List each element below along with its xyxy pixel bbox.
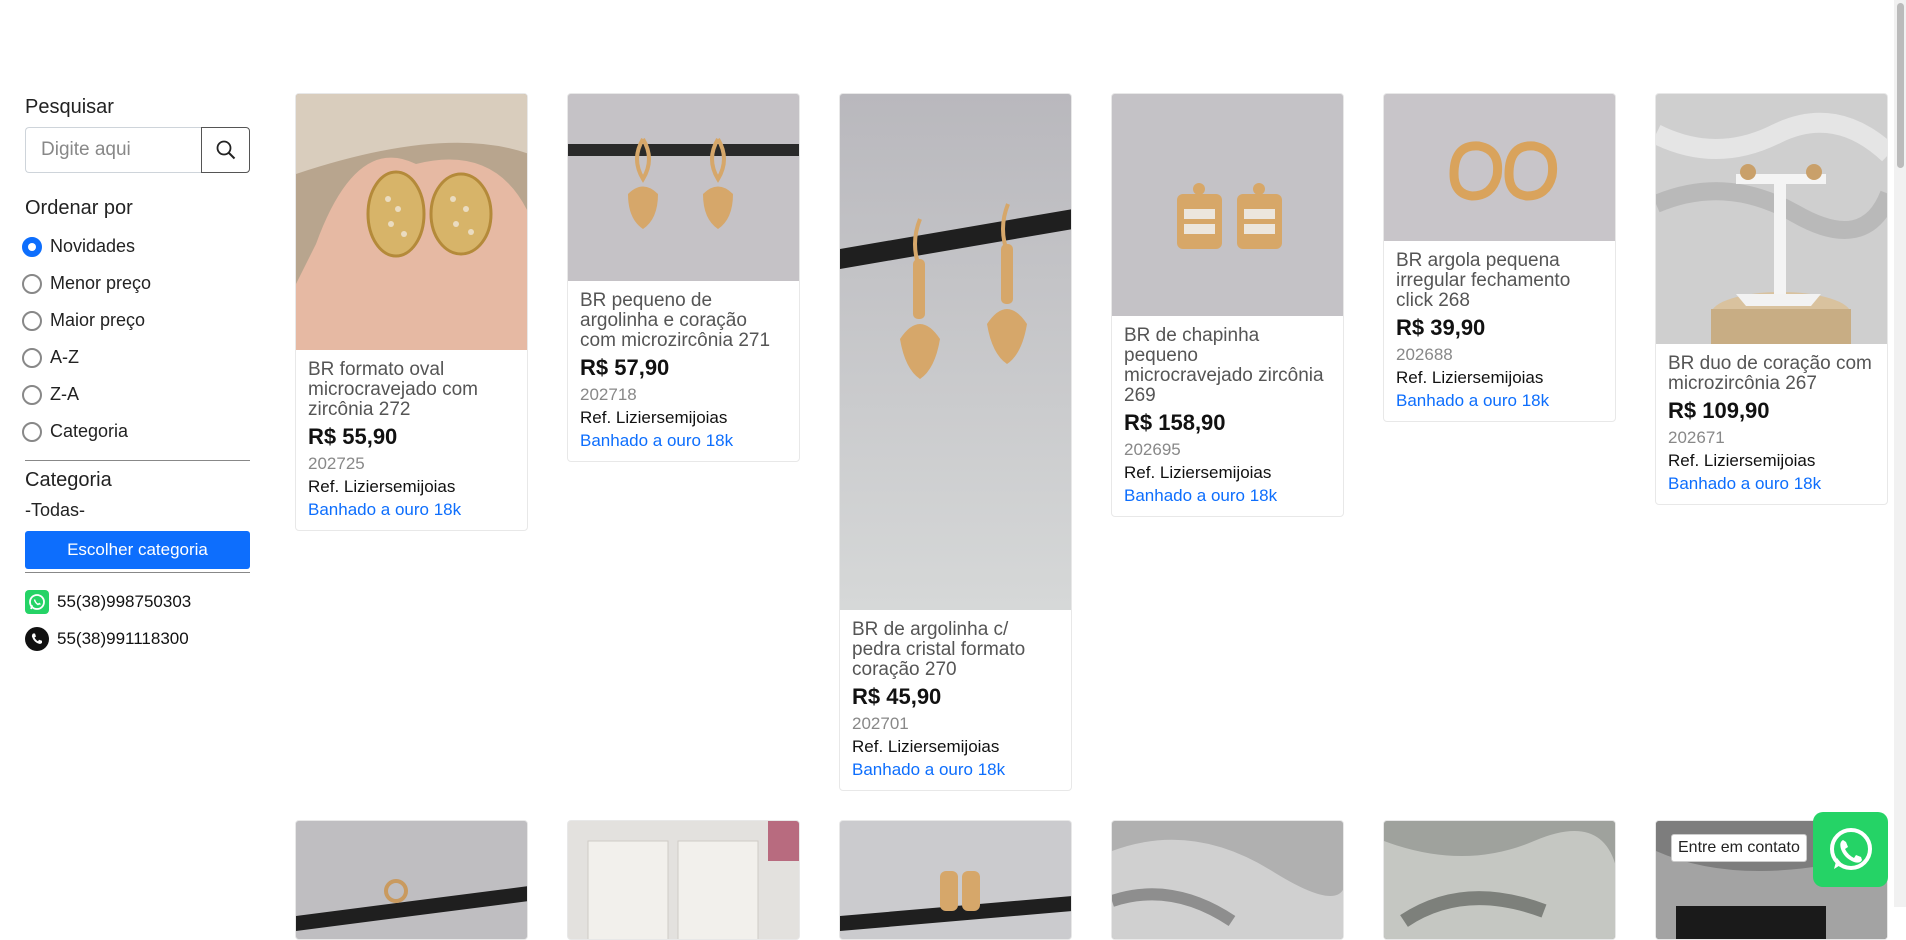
product-tag: Banhado a ouro 18k (580, 431, 734, 450)
product-card[interactable]: BR duo de coração com microzircônia 267 … (1655, 93, 1888, 505)
whatsapp-contact[interactable]: 55(38)998750303 (25, 583, 250, 620)
product-title: BR duo de coração com microzircônia 267 (1668, 353, 1872, 394)
sort-option[interactable]: Novidades (22, 228, 250, 265)
product-card[interactable]: BR formato oval microcravejado com zircô… (295, 93, 528, 531)
product-image (568, 94, 799, 281)
product-image (840, 821, 1071, 939)
sort-option[interactable]: Menor preço (22, 265, 250, 302)
sort-option-label: Categoria (50, 421, 129, 441)
product-ref: Ref. Liziersemijoias (308, 477, 456, 496)
product-title: BR formato oval microcravejado com zircô… (308, 359, 478, 420)
whatsapp-number: 55(38)998750303 (57, 591, 192, 611)
search-heading: Pesquisar (25, 96, 114, 118)
sort-option[interactable]: A-Z (22, 339, 250, 376)
sort-option-label: Z-A (50, 384, 79, 404)
divider (25, 460, 250, 461)
product-price: R$ 57,90 (580, 355, 670, 380)
product-ref: Ref. Liziersemijoias (1124, 463, 1272, 482)
product-tag: Banhado a ouro 18k (1396, 391, 1550, 410)
product-price: R$ 55,90 (308, 424, 398, 449)
product-image (296, 821, 527, 939)
product-card[interactable] (1111, 820, 1344, 940)
product-card[interactable]: BR pequeno de argolinha e coração com mi… (567, 93, 800, 462)
whatsapp-float-button[interactable] (1813, 812, 1888, 887)
product-ref: Ref. Liziersemijoias (580, 408, 728, 427)
product-image (568, 821, 799, 939)
product-image (1656, 94, 1887, 344)
product-code: 202688 (1396, 345, 1453, 364)
product-code: 202671 (1668, 428, 1725, 447)
sidebar: Pesquisar Ordenar por Novidades Menor pre… (22, 96, 250, 657)
scrollbar-thumb[interactable] (1897, 3, 1904, 168)
product-ref: Ref. Liziersemijoias (852, 737, 1000, 756)
product-price: R$ 109,90 (1668, 398, 1770, 423)
product-ref: Ref. Liziersemijoias (1396, 368, 1544, 387)
product-title: BR de argolinha c/ pedra cristal formato… (852, 619, 1026, 680)
product-code: 202695 (1124, 440, 1181, 459)
product-price: R$ 45,90 (852, 684, 942, 709)
phone-number: 55(38)991118300 (57, 628, 189, 648)
category-heading: Categoria (25, 469, 112, 491)
choose-category-button[interactable]: Escolher categoria (25, 531, 250, 569)
product-tag: Banhado a ouro 18k (852, 760, 1006, 779)
sort-option[interactable]: Z-A (22, 376, 250, 413)
product-card[interactable]: BR argola pequena irregular fechamento c… (1383, 93, 1616, 422)
search-bar (25, 127, 250, 173)
search-input[interactable] (25, 127, 201, 173)
sort-option-label: Maior preço (50, 310, 146, 330)
product-tag: Banhado a ouro 18k (1124, 486, 1278, 505)
product-card[interactable] (839, 820, 1072, 940)
product-code: 202718 (580, 385, 637, 404)
product-card[interactable] (1383, 820, 1616, 940)
sort-option-label: Menor preço (50, 273, 152, 293)
product-ref: Ref. Liziersemijoias (1668, 451, 1816, 470)
product-tag: Banhado a ouro 18k (308, 500, 462, 519)
product-card[interactable] (295, 820, 528, 940)
category-value: -Todas- (25, 500, 86, 520)
product-title: BR de chapinha pequeno microcravejado zi… (1124, 325, 1324, 406)
whatsapp-icon (1829, 827, 1872, 870)
product-code: 202701 (852, 714, 909, 733)
phone-contact[interactable]: 55(38)991118300 (25, 620, 250, 657)
product-price: R$ 158,90 (1124, 410, 1226, 435)
sort-option[interactable]: Maior preço (22, 302, 250, 339)
phone-icon (25, 626, 49, 651)
product-image (1384, 821, 1615, 939)
contact-tooltip: Entre em contato (1671, 834, 1807, 862)
product-image (1112, 94, 1343, 316)
product-price: R$ 39,90 (1396, 315, 1486, 340)
scrollbar[interactable] (1894, 0, 1906, 907)
radio-button[interactable] (22, 310, 42, 331)
product-image (296, 94, 527, 350)
divider (25, 572, 250, 573)
sort-option-label: A-Z (50, 347, 79, 367)
sort-option-label: Novidades (50, 236, 136, 256)
sort-option[interactable]: Categoria (22, 413, 250, 450)
product-card[interactable]: BR de chapinha pequeno microcravejado zi… (1111, 93, 1344, 517)
product-image (1384, 94, 1615, 241)
radio-button[interactable] (22, 347, 42, 368)
sort-options: Novidades Menor preço Maior preço A-Z Z-A Cat… (22, 228, 250, 450)
search-button[interactable] (201, 127, 250, 173)
radio-button[interactable] (22, 384, 42, 405)
whatsapp-icon (25, 589, 49, 614)
radio-button[interactable] (22, 421, 42, 442)
product-title: BR argola pequena irregular fechamento c… (1396, 250, 1571, 311)
product-image (840, 94, 1071, 610)
product-tag: Banhado a ouro 18k (1668, 474, 1822, 493)
radio-button[interactable] (22, 236, 42, 257)
radio-button[interactable] (22, 273, 42, 294)
product-code: 202725 (308, 454, 365, 473)
product-image (1112, 821, 1343, 939)
product-title: BR pequeno de argolinha e coração com mi… (580, 290, 771, 351)
product-card[interactable] (567, 820, 800, 940)
search-icon (216, 140, 235, 160)
sort-heading: Ordenar por (25, 197, 133, 219)
product-card[interactable]: BR de argolinha c/ pedra cristal formato… (839, 93, 1072, 791)
